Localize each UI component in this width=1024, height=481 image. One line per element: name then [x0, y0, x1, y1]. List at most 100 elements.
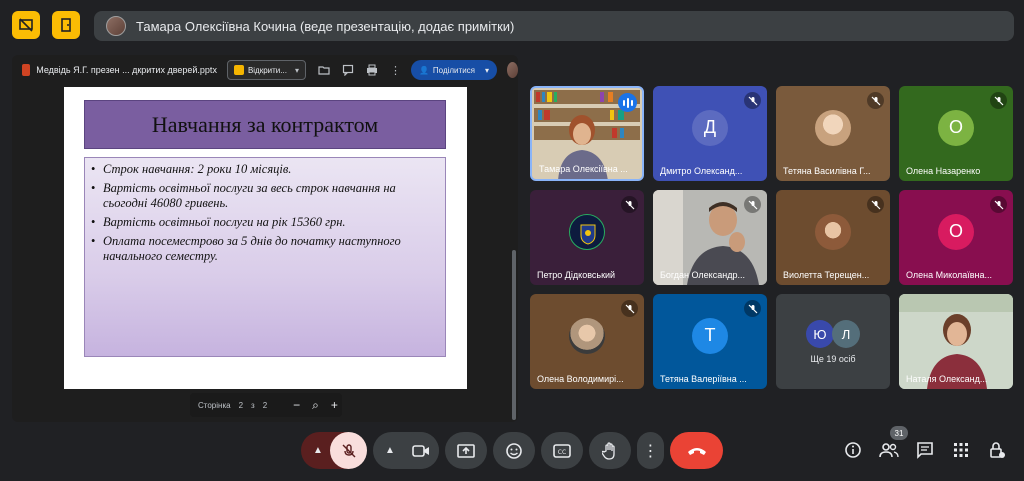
exit-button[interactable]	[52, 11, 80, 39]
chevron-up-icon[interactable]: ▲	[385, 445, 395, 456]
participant-name: Тетяна Василівна Г...	[783, 166, 871, 176]
slide-body: Строк навчання: 2 роки 10 місяців. Варті…	[84, 157, 446, 357]
share-people-icon: 👤	[418, 65, 429, 75]
slide-title-box: Навчання за контрактом	[84, 100, 446, 149]
participant-name: Богдан Олександр...	[660, 270, 745, 280]
share-button[interactable]: 👤 Поділитися ▾	[410, 60, 498, 80]
participant-tile[interactable]: Олена Володимирі...	[530, 294, 644, 389]
present-screen-button[interactable]	[445, 432, 487, 469]
page-of: з	[251, 400, 255, 410]
participant-name: Виолетта Терещен...	[783, 270, 870, 280]
participant-avatar: Т	[692, 317, 728, 354]
participant-tile[interactable]: Виолетта Терещен...	[776, 190, 890, 285]
participant-tile[interactable]: Т Тетяна Валеріївна ...	[653, 294, 767, 389]
presentation-toolbar: Медвідь Я.Г. презен ... дкритих дверей.p…	[12, 55, 518, 85]
participant-tile[interactable]: Наталя Олександ...	[899, 294, 1013, 389]
camera-toggle-button[interactable]	[402, 432, 439, 469]
presenter-banner: Тамара Олексіївна Кочина (веде презентац…	[94, 11, 1014, 41]
people-icon	[879, 443, 899, 458]
speaking-indicator-icon	[618, 93, 637, 112]
chat-icon	[917, 442, 933, 459]
more-options-icon[interactable]: ⋮	[390, 63, 401, 77]
emoji-icon	[506, 442, 522, 459]
university-logo	[569, 213, 605, 250]
share-caret-icon[interactable]: ▾	[485, 66, 489, 75]
participant-avatar: Л	[832, 320, 860, 348]
participant-tile[interactable]: О Олена Назаренко	[899, 86, 1013, 181]
participant-name: Тамара Олексіївна ...	[539, 164, 628, 174]
add-to-drive-icon[interactable]	[318, 63, 330, 77]
presentation-panel: Медвідь Я.Г. презен ... дкритих дверей.p…	[12, 55, 518, 422]
participant-tile-speaker[interactable]: Тамара Олексіївна ...	[530, 86, 644, 181]
participant-avatar: Д	[692, 109, 728, 146]
more-participants-tile[interactable]: Ю Л Ще 19 осіб	[776, 294, 890, 389]
participant-photo	[815, 213, 851, 250]
pptx-file-icon	[22, 64, 31, 76]
participant-avatar: О	[938, 213, 974, 250]
account-avatar[interactable]	[507, 62, 518, 78]
more-options-button[interactable]: ⋮	[637, 432, 664, 469]
apps-grid-icon	[954, 443, 968, 457]
zoom-icon[interactable]: ⌕	[312, 398, 319, 413]
mic-toggle-button[interactable]	[330, 432, 367, 469]
print-icon[interactable]	[366, 63, 378, 77]
activities-button[interactable]	[949, 438, 973, 462]
participant-tile[interactable]: Богдан Олександр...	[653, 190, 767, 285]
mic-off-icon	[621, 196, 638, 213]
add-comment-icon[interactable]	[342, 63, 354, 77]
participant-tile[interactable]: О Олена Миколаївна...	[899, 190, 1013, 285]
mic-off-icon	[342, 443, 355, 457]
host-controls-button[interactable]	[985, 438, 1009, 462]
slide-bullet: Строк навчання: 2 роки 10 місяців.	[91, 162, 437, 177]
open-with-label: Відкрити...	[247, 65, 287, 75]
chevron-up-icon[interactable]: ▲	[313, 445, 323, 456]
participant-photo	[815, 109, 851, 146]
captions-button[interactable]: CC	[541, 432, 583, 469]
presentation-off-icon	[19, 18, 33, 32]
page-total: 2	[262, 400, 268, 410]
mic-off-icon	[744, 196, 761, 213]
mic-off-icon	[744, 300, 761, 317]
presenter-label: Тамара Олексіївна Кочина (веде презентац…	[136, 18, 515, 34]
participant-avatar: О	[938, 109, 974, 146]
call-end-icon	[687, 447, 706, 455]
svg-text:CC: CC	[558, 449, 566, 456]
chat-button[interactable]	[913, 438, 937, 462]
slide-bullet: Оплата посеместрово за 5 днів до початку…	[91, 234, 437, 264]
present-off-button[interactable]	[12, 11, 40, 39]
participant-name: Петро Дідковський	[537, 270, 616, 280]
end-call-button[interactable]	[670, 432, 723, 469]
door-icon	[61, 18, 71, 32]
mic-off-icon	[867, 196, 884, 213]
more-participants-label: Ще 19 осіб	[810, 354, 856, 364]
vertical-scrollbar[interactable]	[512, 250, 516, 420]
zoom-out-button[interactable]: −	[293, 398, 300, 412]
mic-off-icon	[621, 300, 638, 317]
closed-captions-icon: CC	[553, 443, 571, 458]
page-controls: Сторінка 2 з 2 − ⌕ +	[190, 393, 342, 417]
mic-off-icon	[990, 92, 1007, 109]
participant-name: Олена Миколаївна...	[906, 270, 993, 280]
mic-off-icon	[744, 92, 761, 109]
page-current[interactable]: 2	[239, 401, 243, 410]
people-button[interactable]	[877, 438, 901, 462]
participant-name: Олена Володимирі...	[537, 374, 624, 384]
info-icon	[845, 442, 861, 458]
lock-person-icon	[990, 442, 1005, 458]
zoom-in-button[interactable]: +	[331, 398, 338, 412]
hand-icon	[602, 441, 615, 460]
raise-hand-button[interactable]	[589, 432, 631, 469]
slides-icon	[233, 65, 244, 75]
presenter-avatar	[106, 16, 126, 36]
meeting-details-button[interactable]	[841, 438, 865, 462]
reactions-button[interactable]	[493, 432, 535, 469]
participant-tile[interactable]: Петро Дідковський	[530, 190, 644, 285]
presentation-filename: Медвідь Я.Г. презен ... дкритих дверей.p…	[36, 65, 217, 75]
slide-canvas: Навчання за контрактом Строк навчання: 2…	[64, 87, 467, 389]
participant-tile[interactable]: Д Дмитро Олександ...	[653, 86, 767, 181]
caret-down-icon[interactable]: ▾	[295, 66, 299, 75]
share-label: Поділитися	[432, 65, 475, 75]
open-with-button[interactable]: Відкрити... ▾	[226, 60, 306, 80]
participant-name: Тетяна Валеріївна ...	[660, 374, 747, 384]
participant-tile[interactable]: Тетяна Василівна Г...	[776, 86, 890, 181]
